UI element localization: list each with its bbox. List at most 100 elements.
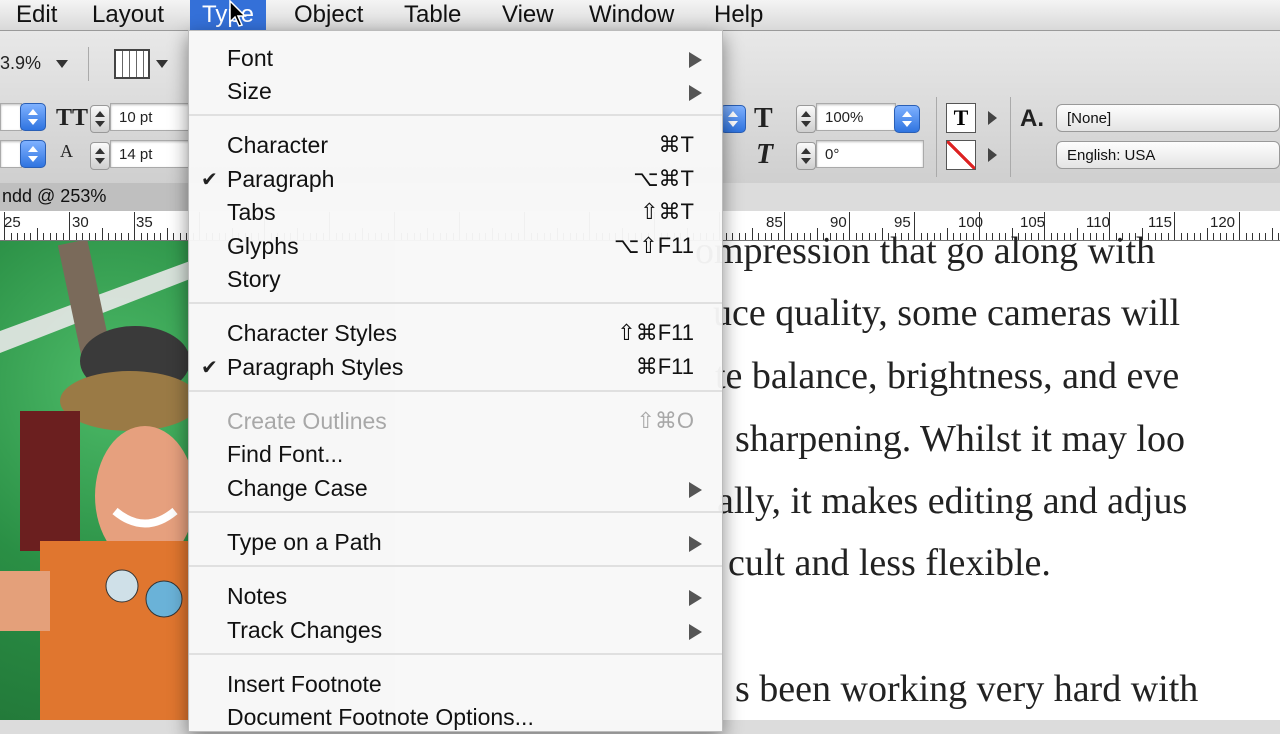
font-style-selector[interactable] <box>20 140 46 168</box>
ruler-tick <box>140 233 142 240</box>
skew-field[interactable]: 0° <box>816 140 924 168</box>
ruler-tick <box>1200 233 1201 240</box>
ruler-tick <box>1167 233 1169 240</box>
menu-item-document-footnote-options[interactable]: Document Footnote Options... <box>189 701 722 734</box>
stroke-options-icon[interactable] <box>988 148 997 162</box>
menu-item-shortcut: ⌘F11 <box>635 354 694 379</box>
skew-icon: T <box>756 139 774 170</box>
menu-item-insert-footnote[interactable]: Insert Footnote <box>189 668 722 701</box>
text-line: ally, it makes editing and adjus <box>717 480 1188 522</box>
menu-item-tabs[interactable]: Tabs ⇧⌘T <box>189 196 722 229</box>
skew-stepper[interactable] <box>796 142 816 170</box>
ruler-tick <box>82 233 83 240</box>
menu-window[interactable]: Window <box>577 0 686 30</box>
menu-item-shortcut: ⌘T <box>658 132 694 157</box>
menu-layout[interactable]: Layout <box>80 0 176 30</box>
horizontal-scale-selector[interactable] <box>894 105 920 133</box>
horizontal-scale-stepper[interactable] <box>796 105 816 133</box>
ruler-tick <box>153 233 155 240</box>
horizontal-scale-field[interactable]: 100% <box>816 103 896 131</box>
leading-stepper[interactable] <box>90 142 110 170</box>
zoom-level[interactable]: 3.9% <box>0 53 41 74</box>
menu-object[interactable]: Object <box>282 0 375 30</box>
font-size-field[interactable]: 10 pt <box>110 103 190 131</box>
menu-item-label: Font <box>227 45 274 71</box>
divider <box>1010 97 1011 177</box>
ruler-tick <box>101 228 103 240</box>
ruler-tick <box>108 233 109 240</box>
ruler-tick <box>160 233 161 240</box>
menu-item-label: Story <box>227 266 281 292</box>
leading-field[interactable]: 14 pt <box>110 140 190 168</box>
ruler-tick <box>1232 233 1234 240</box>
menu-item-find-font[interactable]: Find Font... <box>189 438 722 471</box>
menu-item-shortcut: ⇧⌘F11 <box>617 320 694 345</box>
tracking-selector[interactable] <box>720 105 746 133</box>
menu-item-paragraph[interactable]: ✔ Paragraph ⌥⌘T <box>189 163 722 196</box>
checkmark-icon: ✔ <box>201 357 218 379</box>
menu-item-shortcut: ⌥⌘T <box>633 166 694 191</box>
divider <box>88 47 89 81</box>
menu-item-glyphs[interactable]: Glyphs ⌥⇧F11 <box>189 230 722 263</box>
menu-item-type-on-a-path[interactable]: Type on a Path <box>189 526 722 559</box>
ruler-tick <box>1193 233 1195 240</box>
font-family-field[interactable] <box>0 103 22 131</box>
menu-item-label: Notes <box>227 583 288 609</box>
submenu-arrow-icon <box>689 85 702 101</box>
ruler-tick <box>10 233 12 240</box>
menu-item-track-changes[interactable]: Track Changes <box>189 614 722 647</box>
ruler-tick <box>1252 233 1253 240</box>
menu-separator <box>189 565 722 567</box>
ruler-tick <box>23 233 25 240</box>
text-line: ompression that go along with <box>695 230 1156 272</box>
font-family-selector[interactable] <box>20 103 46 131</box>
zoom-dropdown-icon[interactable] <box>56 60 68 68</box>
language-dropdown[interactable]: English: USA <box>1056 141 1280 169</box>
menu-bar: Edit Layout Type Object Table View Windo… <box>0 0 1280 31</box>
menu-item-character[interactable]: Character ⌘T <box>189 129 722 162</box>
menu-item-shortcut: ⇧⌘O <box>636 408 694 433</box>
ruler-tick <box>1213 233 1214 240</box>
ruler-tick <box>127 233 129 240</box>
submenu-arrow-icon <box>689 536 702 552</box>
font-style-field[interactable] <box>0 140 22 168</box>
menu-help[interactable]: Help <box>702 0 775 30</box>
menu-item-notes[interactable]: Notes <box>189 580 722 613</box>
menu-item-character-styles[interactable]: Character Styles ⇧⌘F11 <box>189 317 722 350</box>
ruler-tick <box>49 233 51 240</box>
menu-edit[interactable]: Edit <box>4 0 69 30</box>
menu-item-change-case[interactable]: Change Case <box>189 472 722 505</box>
leading-icon: A <box>60 141 73 161</box>
submenu-arrow-icon <box>689 624 702 640</box>
ruler-tick <box>1271 228 1273 240</box>
menu-item-create-outlines: Create Outlines ⇧⌘O <box>189 405 722 438</box>
ruler-tick <box>1265 233 1266 240</box>
font-size-stepper[interactable] <box>90 105 110 133</box>
menu-table[interactable]: Table <box>392 0 473 30</box>
menu-item-font[interactable]: Font <box>189 42 722 75</box>
divider <box>936 97 937 177</box>
ruler-label: 35 <box>136 214 153 231</box>
menu-item-paragraph-styles[interactable]: ✔ Paragraph Styles ⌘F11 <box>189 351 722 384</box>
view-options-icon[interactable] <box>114 49 150 79</box>
menu-item-story[interactable]: Story <box>189 263 722 296</box>
fill-options-icon[interactable] <box>988 111 997 125</box>
document-tab[interactable]: ndd @ 253% <box>0 183 190 212</box>
menu-item-shortcut: ⇧⌘T <box>640 199 694 224</box>
menu-item-label: Paragraph <box>227 166 335 192</box>
samurai-photo <box>0 241 190 720</box>
menu-item-label: Glyphs <box>227 233 299 259</box>
menu-item-size[interactable]: Size <box>189 75 722 108</box>
menu-separator <box>189 653 722 655</box>
stroke-none-icon[interactable] <box>946 140 976 170</box>
character-style-dropdown[interactable]: [None] <box>1056 104 1280 132</box>
view-options-dropdown-icon[interactable] <box>156 60 168 68</box>
text-fill-icon[interactable]: T <box>946 103 976 133</box>
ruler-tick <box>56 233 57 240</box>
menu-view[interactable]: View <box>490 0 566 30</box>
ruler-tick <box>1239 212 1240 240</box>
ruler-tick <box>36 228 38 240</box>
horizontal-scale-icon: T <box>754 103 773 134</box>
ruler-tick <box>173 233 174 240</box>
ruler-tick <box>1187 233 1188 240</box>
